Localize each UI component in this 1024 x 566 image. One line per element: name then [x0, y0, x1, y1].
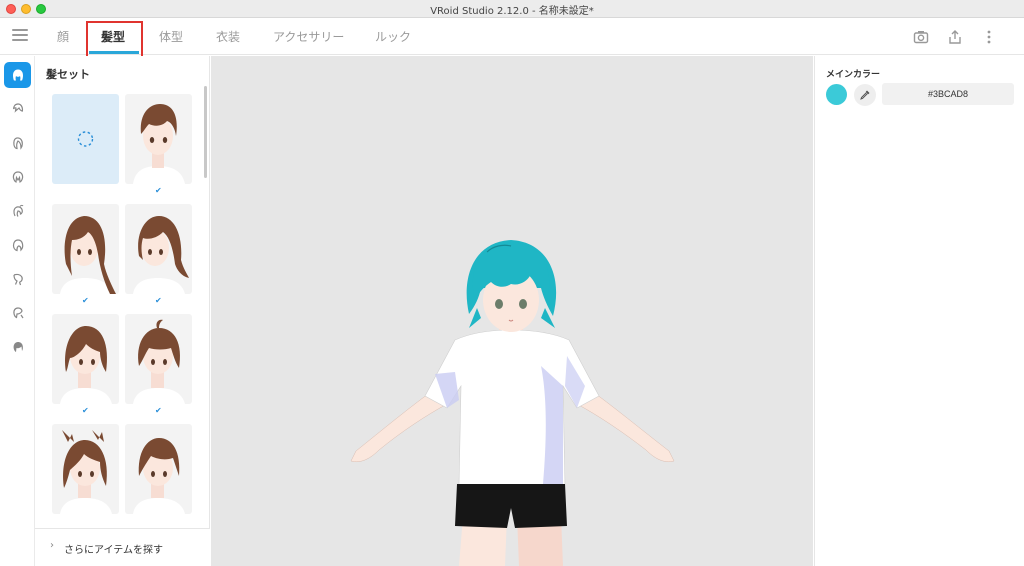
loading-spinner-icon: [77, 131, 94, 147]
tab-bar: 顔 髪型 体型 衣装 アクセサリー ルック: [0, 18, 1024, 55]
window-title: VRoid Studio 2.12.0 - 名称未設定*: [430, 6, 594, 17]
hair-extra-icon[interactable]: [4, 300, 31, 326]
avatar-model: [350, 240, 675, 566]
model-viewport[interactable]: [211, 56, 813, 566]
eyedropper-icon: [860, 90, 870, 100]
category-rail: [0, 56, 35, 566]
find-more-items-label: さらにアイテムを探す: [64, 545, 163, 556]
more-vertical-icon[interactable]: [981, 29, 997, 45]
back-hair-icon[interactable]: [4, 130, 31, 156]
check-icon: ✔: [155, 186, 162, 195]
front-hair-icon[interactable]: [4, 96, 31, 122]
sub-hair-icon[interactable]: [4, 266, 31, 292]
side-hair-icon[interactable]: [4, 164, 31, 190]
hair-thumb-short[interactable]: [125, 94, 192, 184]
check-icon: ✔: [82, 296, 89, 305]
hair-edit-icon[interactable]: [4, 334, 31, 360]
hair-thumb-bun[interactable]: [52, 424, 119, 514]
tab-outfit[interactable]: 衣装: [216, 28, 240, 45]
ahoge-icon[interactable]: [4, 198, 31, 224]
hair-set-panel: 髪セット ✔ ✔ ✔ ✔ ✔ › さらにアイテムを探す: [35, 56, 210, 566]
check-icon: ✔: [155, 406, 162, 415]
tab-face[interactable]: 顔: [57, 28, 69, 45]
base-hair-icon[interactable]: [4, 232, 31, 258]
hamburger-menu-icon[interactable]: [12, 29, 28, 43]
tab-accessory[interactable]: アクセサリー: [273, 28, 344, 45]
export-icon[interactable]: [947, 29, 963, 45]
loading-slot[interactable]: [52, 94, 119, 184]
active-tab-indicator: [89, 51, 139, 54]
hair-thumb-medium[interactable]: [125, 204, 192, 294]
tab-hairstyle[interactable]: 髪型: [101, 28, 125, 45]
camera-icon[interactable]: [913, 29, 929, 45]
panel-scrollbar[interactable]: [204, 86, 207, 178]
hair-set-icon[interactable]: [4, 62, 31, 88]
main-color-swatch[interactable]: [826, 84, 847, 105]
tab-look[interactable]: ルック: [375, 28, 411, 45]
properties-panel: メインカラー #3BCAD8: [814, 56, 1024, 566]
hair-thumb-long-straight[interactable]: [52, 204, 119, 294]
chevron-right-icon: ›: [50, 540, 54, 551]
check-icon: ✔: [155, 296, 162, 305]
hair-thumb-bob[interactable]: [52, 314, 119, 404]
check-icon: ✔: [82, 406, 89, 415]
eyedropper-button[interactable]: [854, 84, 876, 106]
hair-thumb-bob-ahoge[interactable]: [125, 314, 192, 404]
title-bar: VRoid Studio 2.12.0 - 名称未設定*: [0, 0, 1024, 18]
main-color-hex-input[interactable]: #3BCAD8: [882, 83, 1014, 105]
panel-title: 髪セット: [46, 68, 90, 81]
tab-body[interactable]: 体型: [159, 28, 183, 45]
app-window: VRoid Studio 2.12.0 - 名称未設定* 顔 髪型 体型 衣装 …: [0, 0, 1024, 566]
hair-thumb-short-bob[interactable]: [125, 424, 192, 514]
find-more-items-button[interactable]: › さらにアイテムを探す: [35, 528, 210, 566]
main-color-label: メインカラー: [826, 70, 881, 80]
